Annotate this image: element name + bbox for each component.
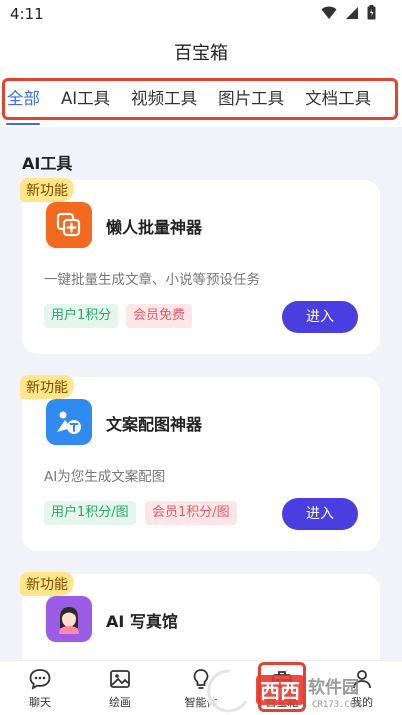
nav-painting[interactable]: 绘画 [90,667,150,710]
tab-video-tools[interactable]: 视频工具 [131,87,197,111]
card-description: 一键批量生成文章、小说等预设任务 [44,272,260,288]
status-bar: 4:11 [0,0,402,28]
nav-chat[interactable]: 聊天 [10,667,70,710]
batch-add-icon [46,202,92,248]
image-icon [110,670,130,688]
tool-card-copy-image[interactable]: 新功能 文案配图神器 AI为您生成文案配图 用户1积分/图 会员1积分/图 进入 [20,375,380,551]
new-feature-badge: 新功能 [20,178,74,202]
enter-button[interactable]: 进入 [282,301,358,333]
watermark-subtext: CR173.COM [312,700,361,710]
battery-icon [367,5,376,20]
member-cost-tag: 会员1积分/图 [145,501,237,525]
watermark-text-ruanjianyuan: 软件园 [308,677,359,698]
tool-card-batch[interactable]: 新功能 懒人批量神器 一键批量生成文章、小说等预设任务 用户1积分 会员免费 进… [20,178,380,354]
site-watermark: 西西 软件园 CR173.COM [200,665,400,715]
main-content[interactable]: AI工具 新功能 懒人批量神器 一键批量生成文章、小说等预设任务 用户1积分 会… [0,127,402,660]
section-title: AI工具 [22,154,73,173]
watermark-logo-icon: 西西 软件园 CR173.COM [205,667,361,715]
new-feature-badge: 新功能 [20,375,74,399]
tab-document-tools[interactable]: 文档工具 [305,87,371,111]
page-title: 百宝箱 [174,43,228,64]
active-tab-indicator [6,123,40,125]
new-feature-badge: 新功能 [20,572,74,596]
nav-label: 聊天 [29,696,51,709]
watermark-text-xixi: 西西 [260,679,300,703]
card-title: 懒人批量神器 [106,218,203,237]
category-tabs: 全部 AI工具 视频工具 图片工具 文档工具 [2,78,398,120]
nav-label: 绘画 [109,696,131,709]
user-cost-tag: 用户1积分/图 [44,501,136,525]
wifi-icon [321,6,337,19]
card-title: 文案配图神器 [106,415,203,434]
signal-icon [346,6,358,19]
chat-icon [29,669,51,690]
tab-all[interactable]: 全部 [7,87,40,111]
tab-image-tools[interactable]: 图片工具 [218,87,284,111]
portrait-avatar-icon [46,596,92,642]
status-icons [321,5,376,20]
status-time: 4:11 [10,5,44,23]
user-cost-tag: 用户1积分 [44,304,119,328]
enter-button[interactable]: 进入 [282,498,358,530]
header: 百宝箱 [0,28,402,76]
tool-card-portrait[interactable]: 新功能 AI 写真馆 [20,572,380,660]
card-title: AI 写真馆 [106,612,178,631]
tab-ai-tools[interactable]: AI工具 [61,87,110,111]
image-text-icon [46,399,92,445]
card-description: AI为您生成文案配图 [44,469,166,485]
member-cost-tag: 会员免费 [126,304,193,328]
